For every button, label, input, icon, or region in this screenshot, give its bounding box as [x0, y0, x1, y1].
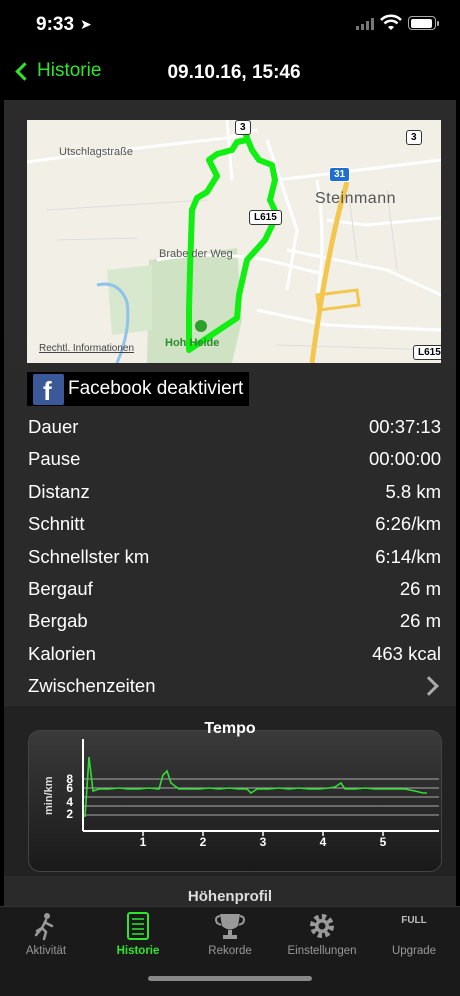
stat-label: Bergauf	[28, 577, 93, 599]
stat-value: 00:37:13	[368, 416, 441, 437]
stat-row: Bergab 26 m	[4, 606, 456, 638]
tempo-section: 8 6 4 2 1 2 3 4 5 min/km Tempo	[4, 706, 456, 876]
tab-label: Historie	[116, 945, 160, 957]
stat-label: Bergab	[28, 610, 88, 632]
stat-value: 5.8 km	[385, 480, 441, 502]
stat-label: Dauer	[28, 416, 79, 437]
tempo-title: Tempo	[204, 720, 256, 737]
y-tick-label: 2	[66, 807, 73, 821]
map-street-label: Utschlagstraße	[59, 146, 133, 158]
navigation-bar: Historie 09.10.16, 15:46	[0, 50, 460, 100]
facebook-toggle[interactable]: f Facebook deaktiviert	[27, 372, 249, 406]
tab-upgrade[interactable]: FULL Upgrade	[368, 907, 460, 967]
status-bar: 9:33 ➤	[0, 0, 460, 50]
tab-label: Rekorde	[208, 945, 252, 957]
map-legal-link[interactable]: Rechtl. Informationen	[39, 343, 134, 354]
y-axis-label: min/km	[43, 776, 55, 815]
stat-row: Schnitt 6:26/km	[4, 509, 456, 541]
tab-einstellungen[interactable]: Einstellungen	[276, 907, 368, 967]
signal-icon	[356, 18, 374, 30]
tempo-chart: 8 6 4 2 1 2 3 4 5 min/km	[28, 730, 442, 872]
map-town-label: Steinmann	[315, 190, 396, 207]
battery-icon	[408, 16, 439, 30]
x-tick-label: 5	[380, 835, 387, 849]
stat-label: Distanz	[28, 480, 90, 502]
chevron-right-icon	[419, 676, 439, 697]
upgrade-icon-text: FULL	[401, 915, 427, 926]
tab-rekorde[interactable]: Rekorde	[184, 907, 276, 967]
y-tick-label: 6	[66, 781, 73, 795]
stat-row: Dauer 00:37:13	[4, 412, 456, 444]
runner-icon	[34, 913, 54, 941]
tab-historie[interactable]: Historie	[92, 907, 184, 967]
x-tick-label: 4	[320, 835, 327, 849]
tab-bar: Aktivität Historie Rekorde Einstellungen…	[0, 906, 460, 996]
tab-label: Einstellungen	[287, 945, 357, 957]
stat-value: 26 m	[399, 577, 441, 599]
wifi-icon	[380, 14, 402, 30]
stat-value: 26 m	[399, 610, 441, 632]
tab-aktivitaet[interactable]: Aktivität	[0, 907, 92, 967]
location-arrow-icon: ➤	[80, 16, 92, 32]
stat-value: 6:26/km	[375, 513, 441, 535]
tempo-plot: 8 6 4 2 1 2 3 4 5	[66, 739, 439, 849]
map-area-label: Hoh Heide	[165, 337, 220, 349]
road-shield: L615	[249, 210, 282, 225]
x-tick-label: 2	[200, 835, 207, 849]
road-shield: 3	[406, 130, 422, 145]
stat-label: Schnitt	[28, 513, 85, 535]
stat-row: Bergauf 26 m	[4, 574, 456, 606]
notebook-icon	[127, 912, 149, 940]
route-map[interactable]: Utschlagstraße Brabe der Weg Steinmann H…	[27, 120, 441, 363]
stat-value: 6:14/km	[375, 545, 441, 567]
stats-list: Dauer 00:37:13 Pause 00:00:00 Distanz 5.…	[4, 412, 456, 704]
x-tick-label: 1	[140, 835, 147, 849]
page-title: 09.10.16, 15:46	[167, 62, 301, 83]
stat-label: Pause	[28, 448, 81, 470]
road-shield: 3	[235, 120, 251, 135]
elevation-title: Höhenprofil	[187, 888, 273, 905]
splits-row[interactable]: Zwischenzeiten	[4, 671, 456, 703]
status-time: 9:33	[36, 14, 75, 35]
facebook-icon: f	[33, 373, 64, 406]
tab-label: Upgrade	[391, 945, 437, 957]
activity-detail[interactable]: Utschlagstraße Brabe der Weg Steinmann H…	[4, 100, 456, 906]
stat-row: Schnellster km 6:14/km	[4, 542, 456, 574]
home-indicator	[148, 976, 312, 981]
splits-label: Zwischenzeiten	[28, 675, 156, 697]
tempo-line	[84, 756, 427, 818]
stat-label: Schnellster km	[28, 545, 150, 567]
gear-icon	[310, 914, 334, 938]
map-street-label: Brabe der Weg	[159, 248, 233, 260]
stat-value: 463 kcal	[372, 642, 441, 664]
stat-row: Distanz 5.8 km	[4, 477, 456, 509]
stat-row: Kalorien 463 kcal	[4, 639, 456, 671]
road-shield: L615	[413, 345, 441, 360]
road-shield: 31	[329, 167, 351, 182]
facebook-label: Facebook deaktiviert	[68, 378, 244, 399]
tab-label: Aktivität	[25, 945, 67, 957]
x-tick-label: 3	[260, 835, 267, 849]
stat-value: 00:00:00	[368, 448, 441, 470]
trophy-icon	[215, 914, 245, 939]
stat-label: Kalorien	[28, 642, 96, 664]
stat-row: Pause 00:00:00	[4, 444, 456, 476]
